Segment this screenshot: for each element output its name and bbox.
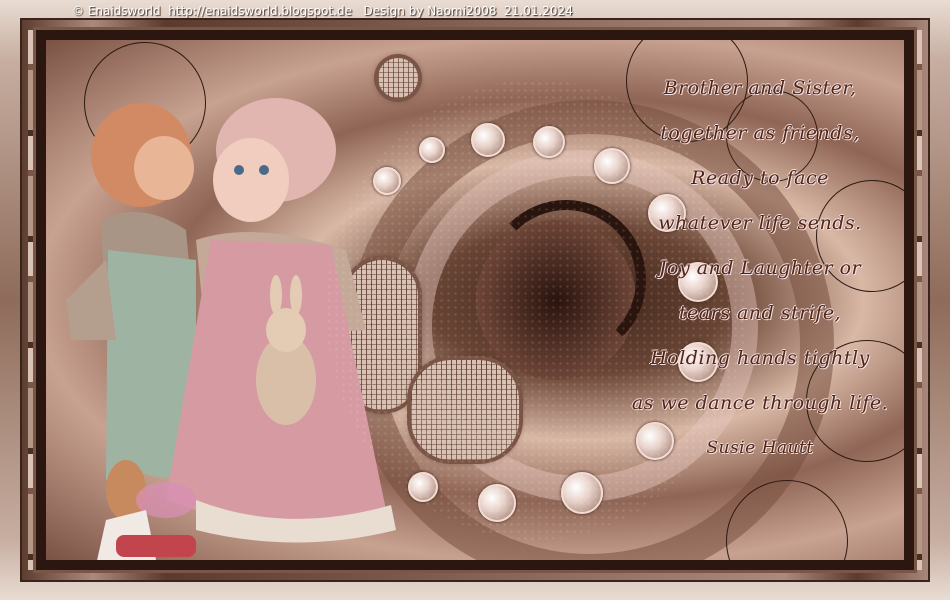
bunny-ear xyxy=(290,275,302,315)
poem-line: Holding hands tightly xyxy=(650,347,870,369)
poem: Brother and Sister, together as friends, R… xyxy=(610,66,910,471)
poem-line: as we dance through life. xyxy=(631,392,889,414)
fairy-hair xyxy=(106,460,146,520)
credit-text: © Enaidsworld http://enaidsworld.blogspo… xyxy=(72,4,573,18)
poem-line: Brother and Sister, xyxy=(663,77,857,99)
poem-signature: Susie Hautt xyxy=(706,438,814,458)
poem-line: Joy and Laughter or xyxy=(658,257,862,279)
credit-bar: © Enaidsworld http://enaidsworld.blogspo… xyxy=(0,0,950,24)
poem-line: tears and strife, xyxy=(678,302,842,324)
poem-line: together as friends, xyxy=(660,122,860,144)
poem-line: Ready to face xyxy=(691,167,829,189)
poem-line: whatever life sends. xyxy=(658,212,862,234)
girl-face xyxy=(213,138,289,222)
boy-face xyxy=(134,136,194,200)
girl-eye xyxy=(234,165,244,175)
bunny-head xyxy=(266,308,306,352)
fairy-seat xyxy=(116,535,196,557)
girl-eye xyxy=(259,165,269,175)
bunny-ear xyxy=(270,275,282,315)
